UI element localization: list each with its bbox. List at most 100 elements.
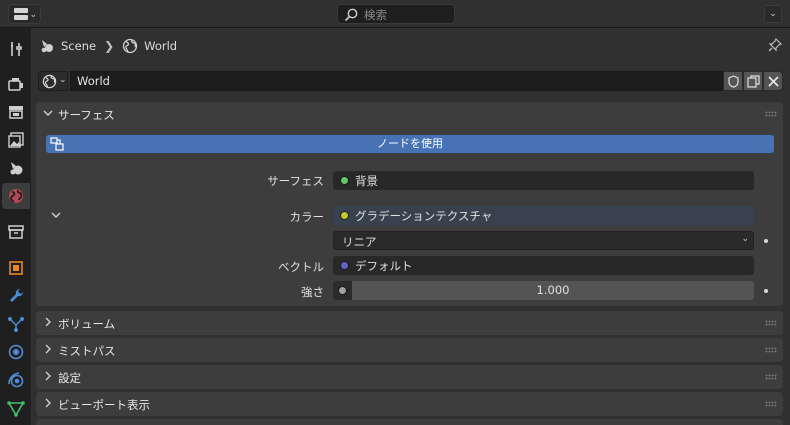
close-icon <box>768 76 779 87</box>
use-nodes-label: ノードを使用 <box>377 137 443 150</box>
chevron-right-icon <box>45 398 51 408</box>
chevron-down-icon: ⌄ <box>29 10 37 20</box>
copy-icon <box>747 75 760 88</box>
strength-slider[interactable]: 1.000 <box>333 281 754 300</box>
chevron-down-icon: ⌄ <box>59 75 67 85</box>
tab-constraints[interactable] <box>2 367 30 393</box>
output-icon <box>9 106 23 119</box>
tab-world[interactable] <box>2 183 30 209</box>
panel-surface-title: サーフェス <box>58 108 115 122</box>
view-layer-icon <box>8 132 24 148</box>
tool-icon <box>11 42 22 56</box>
duplicate-button[interactable] <box>743 71 763 91</box>
strength-label: 強さ <box>301 285 324 299</box>
pin-icon[interactable] <box>768 38 782 52</box>
tab-particles[interactable] <box>2 311 30 337</box>
float-socket-button[interactable] <box>333 281 352 300</box>
tab-tool[interactable] <box>2 36 30 62</box>
tab-modifiers[interactable] <box>2 283 30 309</box>
wrench-icon <box>10 288 24 302</box>
panel-surface-header[interactable]: サーフェス <box>36 102 783 126</box>
panel-viewport-header[interactable]: ビューポート表示 <box>36 392 783 416</box>
options-menu-button[interactable]: ⌄ <box>764 5 782 23</box>
search-placeholder: 検索 <box>364 8 387 22</box>
drag-grip-icon[interactable] <box>765 401 777 407</box>
search-field[interactable]: 検索 <box>337 4 455 24</box>
tab-view-layer[interactable] <box>2 127 30 153</box>
tab-data[interactable] <box>2 395 30 421</box>
interpolation-value: リニア <box>342 235 377 249</box>
vector-input-field[interactable]: デフォルト <box>333 256 754 275</box>
breadcrumb-scene: Scene <box>61 39 97 53</box>
strength-value: 1.000 <box>536 283 570 297</box>
properties-main-area: Scene ❯ World ⌄ World サーフェス ノードを使用 サーフェス <box>31 28 790 425</box>
tab-collection[interactable] <box>2 219 30 245</box>
keyframe-dot-icon[interactable] <box>764 289 768 293</box>
breadcrumb-world: World <box>144 39 178 53</box>
color-socket-icon <box>340 211 349 220</box>
tab-physics[interactable] <box>2 339 30 365</box>
keyframe-dot-icon[interactable] <box>764 239 768 243</box>
chevron-down-icon[interactable] <box>50 210 62 220</box>
vector-label: ベクトル <box>278 260 324 274</box>
panel-settings-header[interactable]: 設定 <box>36 365 783 389</box>
fake-user-button[interactable] <box>723 71 743 91</box>
collection-icon <box>8 225 24 239</box>
panel-settings-title: 設定 <box>58 371 81 385</box>
shader-socket-icon <box>340 176 349 185</box>
chevron-right-icon <box>45 371 51 381</box>
panel-mist-header[interactable]: ミストパス <box>36 338 783 362</box>
object-icon <box>9 261 23 275</box>
surface-shader-value: 背景 <box>355 174 378 188</box>
panel-viewport-title: ビューポート表示 <box>58 398 150 412</box>
chevron-down-icon <box>43 110 53 116</box>
world-icon <box>9 189 23 203</box>
world-icon <box>42 74 57 89</box>
chevron-right-icon: ❯ <box>104 39 115 53</box>
tab-scene[interactable] <box>2 155 30 181</box>
particles-icon <box>8 317 24 332</box>
world-browse-button[interactable]: ⌄ <box>38 71 68 91</box>
header-bar: ⌄ 検索 ⌄ <box>0 0 790 28</box>
interpolation-dropdown[interactable]: リニア ⌄ <box>333 231 754 250</box>
world-id-block: ⌄ World <box>38 71 783 93</box>
scene-icon <box>10 162 23 175</box>
panel-next-header[interactable] <box>36 419 783 425</box>
tab-output[interactable] <box>2 99 30 125</box>
drag-grip-icon[interactable] <box>765 320 777 326</box>
color-input-field[interactable]: グラデーションテクスチャ <box>333 206 754 225</box>
shield-icon <box>728 75 739 88</box>
scene-icon <box>41 40 53 53</box>
drag-grip-icon[interactable] <box>765 374 777 380</box>
properties-editor-icon <box>14 8 28 20</box>
chevron-down-icon: ⌄ <box>741 234 749 244</box>
drag-grip-icon[interactable] <box>765 111 777 117</box>
search-icon <box>344 8 358 22</box>
properties-tab-bar <box>0 28 31 425</box>
float-socket-icon <box>338 286 347 295</box>
drag-grip-icon[interactable] <box>765 347 777 353</box>
constraints-icon <box>8 372 24 388</box>
world-icon <box>122 38 138 54</box>
tab-object[interactable] <box>2 255 30 281</box>
panel-volume-header[interactable]: ボリューム <box>36 311 783 335</box>
node-tree-icon <box>50 137 64 151</box>
mesh-data-icon <box>7 401 25 417</box>
panel-volume-title: ボリューム <box>58 317 116 331</box>
use-nodes-button[interactable]: ノードを使用 <box>46 135 774 153</box>
unlink-button[interactable] <box>763 71 783 91</box>
render-icon <box>8 78 23 91</box>
world-name-field[interactable]: World <box>70 71 723 91</box>
color-input-value: グラデーションテクスチャ <box>355 209 493 223</box>
color-label: カラー <box>289 210 325 224</box>
surface-label: サーフェス <box>267 174 324 188</box>
breadcrumb: Scene ❯ World <box>39 37 177 55</box>
surface-shader-field[interactable]: 背景 <box>333 171 754 190</box>
vector-socket-icon <box>340 261 349 270</box>
panel-mist-title: ミストパス <box>58 344 116 358</box>
editor-type-selector[interactable]: ⌄ <box>8 4 41 24</box>
chevron-right-icon <box>45 317 51 327</box>
tab-render[interactable] <box>2 71 30 97</box>
physics-icon <box>8 344 24 360</box>
vector-input-value: デフォルト <box>355 259 413 273</box>
